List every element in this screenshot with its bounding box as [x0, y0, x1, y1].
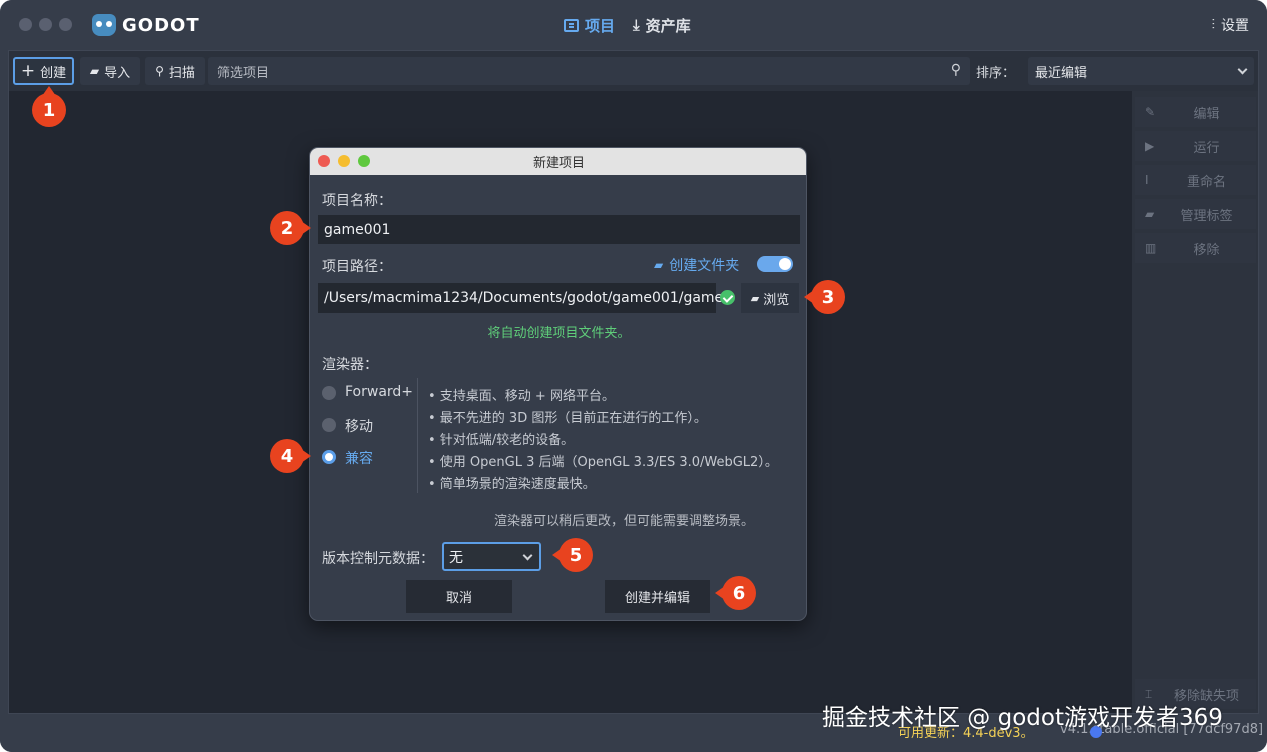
folder-open-icon: ▰ — [89, 64, 100, 78]
annotation-marker: 3 — [804, 280, 845, 314]
trash-icon: ▥ — [1145, 241, 1157, 255]
tab-projects-label: 项目 — [585, 16, 616, 35]
tab-asset-library-label: 资产库 — [645, 16, 691, 35]
search-icon: ⚲ — [950, 62, 961, 78]
godot-robot-icon — [92, 14, 116, 36]
window-zoom-button[interactable] — [59, 18, 72, 31]
browse-label: 浏览 — [763, 292, 790, 308]
edit-icon: ✎ — [1145, 105, 1156, 119]
renderer-compatibility-label[interactable]: 兼容 — [345, 448, 373, 468]
project-name-value: game001 — [324, 221, 391, 238]
tab-projects[interactable]: 项目 — [564, 14, 615, 36]
window-minimize-button[interactable] — [39, 18, 52, 31]
remove-project-button[interactable]: ▥ 移除 — [1135, 233, 1256, 263]
renderer-bullet: • 简单场景的渲染速度最快。 — [428, 477, 596, 492]
rename-icon: I — [1145, 173, 1149, 187]
rename-label: 重命名 — [1186, 174, 1226, 190]
project-manager-window: GODOT 项目 ⤓ 资产库 ⫶ 设置 + 创建 ▰ 导入 ⚲ 扫描 筛选项目 … — [0, 0, 1267, 752]
project-actions-sidebar: ✎ 编辑 ▶ 运行 I 重命名 ▰ 管理标签 ▥ 移除 ⌶ 移除缺失项 — [1132, 91, 1258, 713]
play-icon: ▶ — [1145, 139, 1155, 153]
renderer-bullet: • 针对低端/较老的设备。 — [428, 433, 575, 448]
annotation-marker: 1 — [32, 86, 66, 127]
window-close-button[interactable] — [19, 18, 32, 31]
renderer-mobile-label[interactable]: 移动 — [345, 416, 373, 436]
renderer-compatibility-radio[interactable] — [322, 450, 336, 464]
download-icon: ⤓ — [633, 16, 640, 34]
path-valid-icon — [720, 290, 735, 305]
vcs-metadata-value: 无 — [449, 549, 463, 566]
create-folder-toggle[interactable] — [757, 256, 793, 272]
project-name-label: 项目名称： — [322, 193, 392, 209]
filter-projects-input[interactable]: 筛选项目 ⚲ — [208, 57, 970, 85]
create-and-edit-label: 创建并编辑 — [624, 591, 690, 606]
tab-asset-library[interactable]: ⤓ 资产库 — [633, 14, 691, 36]
renderer-divider — [417, 378, 418, 493]
import-button[interactable]: ▰ 导入 — [80, 57, 140, 85]
run-project-button[interactable]: ▶ 运行 — [1135, 131, 1256, 161]
project-path-label: 项目路径： — [322, 259, 392, 275]
dialog-zoom-button[interactable] — [358, 155, 370, 167]
tag-icon: ▰ — [1145, 207, 1155, 221]
create-folder-label-group: ▰ 创建文件夹 — [654, 255, 739, 275]
import-label: 导入 — [104, 65, 131, 81]
browse-button[interactable]: ▰ 浏览 — [741, 283, 799, 313]
filter-placeholder: 筛选项目 — [217, 65, 270, 81]
manage-tags-button[interactable]: ▰ 管理标签 — [1135, 199, 1256, 229]
rename-project-button[interactable]: I 重命名 — [1135, 165, 1256, 195]
settings-button[interactable]: ⫶ 设置 — [1212, 15, 1250, 35]
plus-icon: + — [20, 60, 36, 81]
create-folder-label: 创建文件夹 — [669, 258, 740, 274]
folder-add-icon: ▰ — [654, 258, 664, 272]
vcs-metadata-label: 版本控制元数据： — [322, 551, 434, 567]
renderer-forward-plus-radio[interactable] — [322, 386, 336, 400]
create-and-edit-button[interactable]: 创建并编辑 — [605, 580, 710, 613]
project-toolbar: + 创建 ▰ 导入 ⚲ 扫描 筛选项目 ⚲ 排序： 最近编辑 — [9, 51, 1258, 91]
annotation-marker: 6 — [715, 576, 756, 610]
renderer-bullet: • 支持桌面、移动 + 网络平台。 — [428, 389, 615, 404]
watermark-text: 掘金技术社区 @ godot游戏开发者369 — [822, 705, 1223, 731]
renderer-mobile-radio[interactable] — [322, 418, 336, 432]
sort-label: 排序： — [976, 65, 1016, 81]
chevron-down-icon — [522, 550, 533, 561]
edit-project-button[interactable]: ✎ 编辑 — [1135, 97, 1256, 127]
renderer-forward-plus-label[interactable]: Forward+ — [345, 384, 413, 400]
sliders-icon: ⫶ — [1211, 17, 1216, 33]
godot-logo: GODOT — [92, 13, 200, 37]
chevron-down-icon — [1237, 64, 1248, 75]
dialog-title-bar: 新建项目 — [310, 148, 806, 175]
project-path-value: /Users/macmima1234/Documents/godot/game0… — [324, 290, 724, 306]
folder-icon: ▰ — [750, 291, 760, 305]
annotation-marker: 5 — [552, 538, 593, 572]
annotation-marker: 2 — [270, 211, 311, 245]
settings-label: 设置 — [1221, 18, 1249, 34]
renderer-change-note: 渲染器可以稍后更改，但可能需要调整场景。 — [493, 514, 754, 529]
annotation-marker: 4 — [270, 439, 311, 473]
dialog-close-button[interactable] — [318, 155, 330, 167]
dialog-title: 新建项目 — [532, 156, 585, 171]
cancel-button[interactable]: 取消 — [406, 580, 512, 613]
renderer-bullet: • 使用 OpenGL 3 后端（OpenGL 3.3/ES 3.0/WebGL… — [428, 455, 778, 470]
renderer-label: 渲染器： — [322, 357, 378, 373]
project-list-icon — [564, 18, 579, 32]
project-name-input[interactable]: game001 — [318, 215, 800, 244]
sort-select[interactable]: 最近编辑 — [1028, 57, 1254, 85]
sort-value: 最近编辑 — [1035, 65, 1088, 81]
cancel-label: 取消 — [445, 591, 472, 606]
project-path-input[interactable]: /Users/macmima1234/Documents/godot/game0… — [318, 283, 723, 313]
auto-create-note: 将自动创建项目文件夹。 — [487, 326, 631, 341]
logo-text: GODOT — [122, 14, 200, 36]
scan-label: 扫描 — [168, 65, 195, 81]
scan-button[interactable]: ⚲ 扫描 — [145, 57, 205, 85]
title-bar: GODOT 项目 ⤓ 资产库 ⫶ 设置 — [0, 0, 1267, 50]
search-icon: ⚲ — [155, 64, 164, 78]
dialog-minimize-button[interactable] — [338, 155, 350, 167]
create-button[interactable]: + 创建 — [13, 57, 74, 85]
create-label: 创建 — [40, 65, 67, 81]
renderer-bullet: • 最不先进的 3D 图形（目前正在进行的工作）。 — [428, 411, 707, 426]
vcs-metadata-select[interactable]: 无 — [442, 542, 541, 571]
